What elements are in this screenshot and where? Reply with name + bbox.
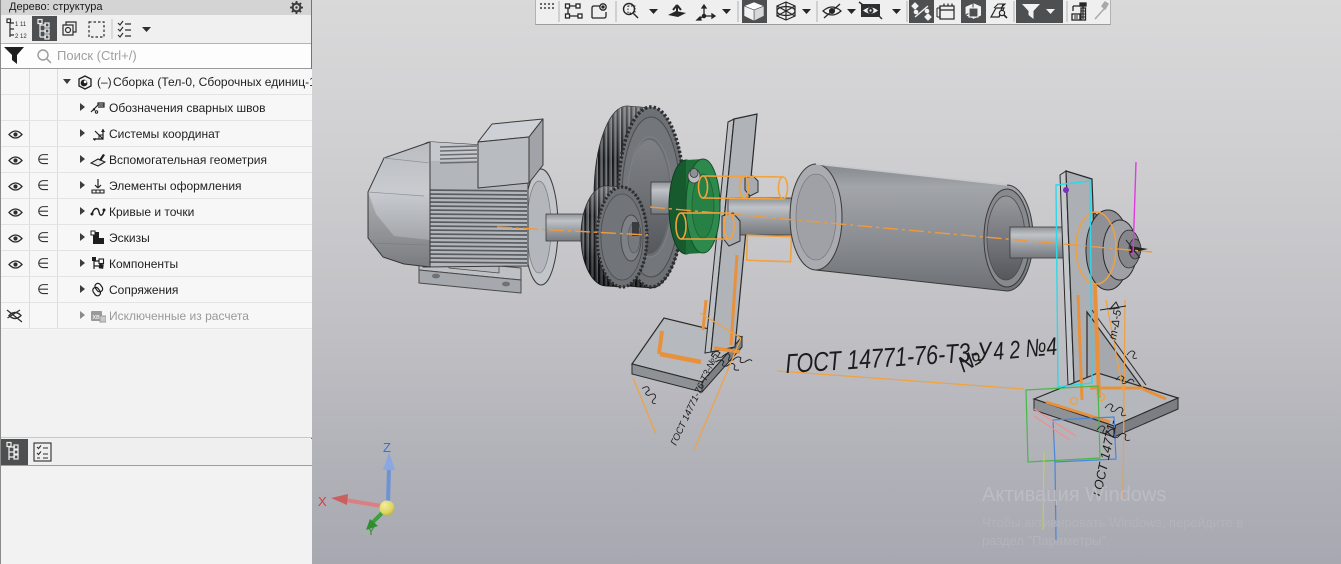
svg-text:1 11: 1 11 — [15, 22, 27, 28]
svg-text:4 2 №4: 4 2 №4 — [992, 333, 1058, 366]
svg-text:Y: Y — [367, 524, 375, 538]
svg-text:Поиск (Ctrl+/): Поиск (Ctrl+/) — [57, 48, 137, 63]
svg-text:xв: xв — [93, 314, 101, 321]
svg-text:Z: Z — [383, 440, 391, 455]
svg-text:2 12: 2 12 — [15, 34, 27, 40]
svg-text:т-Δ-5: т-Δ-5 — [1107, 308, 1124, 340]
svg-text:X: X — [318, 494, 327, 509]
